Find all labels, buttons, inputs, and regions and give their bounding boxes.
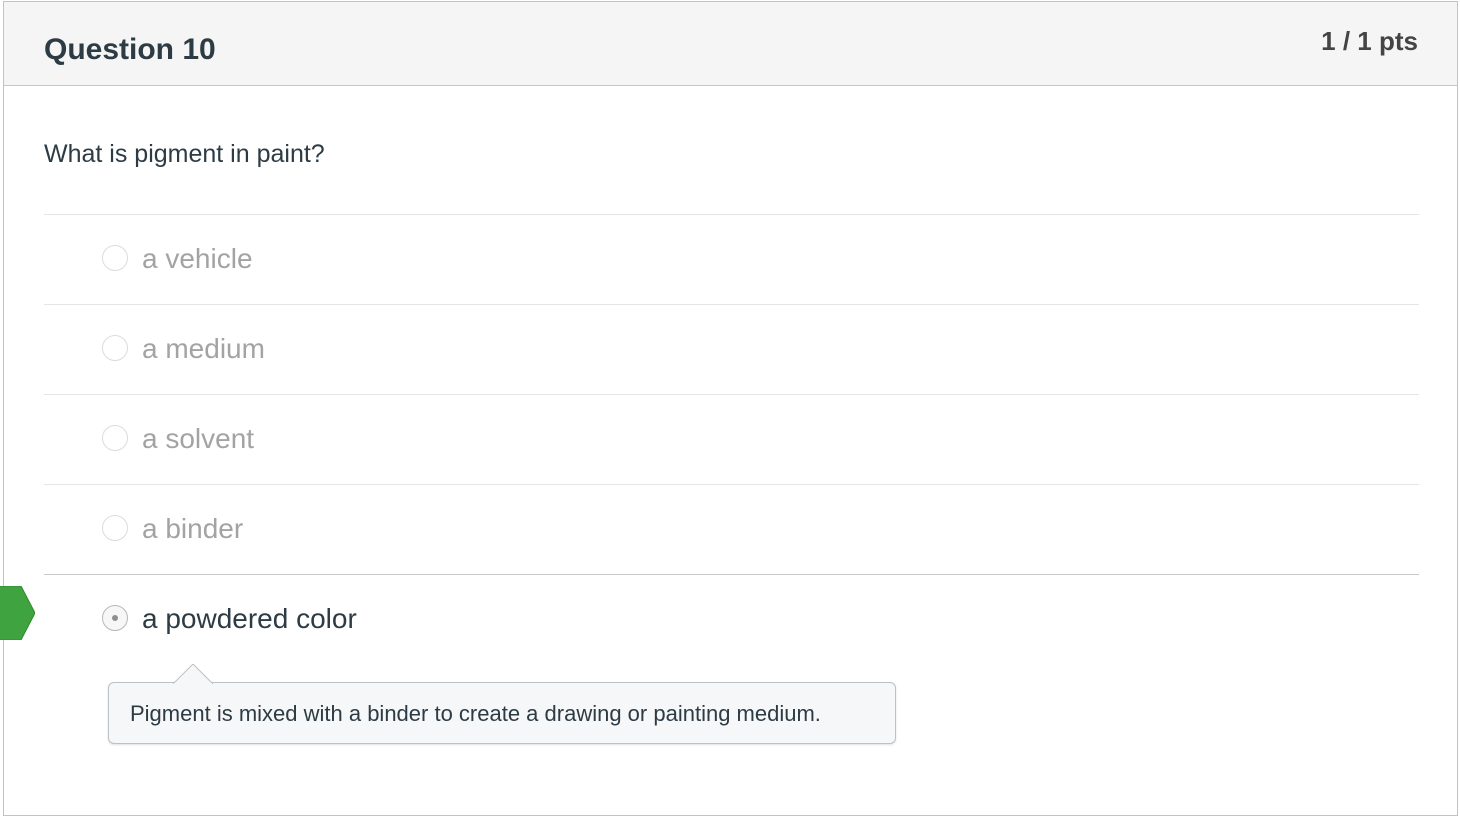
answer-label: a solvent [142, 423, 255, 454]
answer-label: a medium [142, 333, 265, 364]
answer-option-a-medium[interactable]: a medium [44, 304, 1419, 394]
answer-list: a vehicle a medium a solvent a binder a … [44, 214, 1419, 664]
tooltip-arrow-icon [173, 664, 213, 684]
answer-option-a-solvent[interactable]: a solvent [44, 394, 1419, 484]
answer-label: a vehicle [142, 243, 253, 274]
correct-answer-flag-icon [0, 586, 35, 640]
question-header: Question 10 1 / 1 pts [4, 2, 1457, 86]
quiz-question-card: Question 10 1 / 1 pts What is pigment in… [3, 1, 1458, 816]
answer-feedback-tooltip: Pigment is mixed with a binder to create… [108, 664, 896, 744]
answer-label: a powdered color [142, 603, 357, 634]
answer-option-a-binder[interactable]: a binder [44, 484, 1419, 574]
radio-button-selected[interactable] [102, 605, 128, 631]
radio-button[interactable] [102, 335, 128, 361]
question-points: 1 / 1 pts [1321, 26, 1418, 56]
radio-button[interactable] [102, 245, 128, 271]
question-text: What is pigment in paint? [44, 140, 325, 168]
answer-option-a-powdered-color[interactable]: a powdered color [44, 574, 1419, 664]
radio-button[interactable] [102, 425, 128, 451]
question-title: Question 10 [44, 33, 216, 66]
answer-label: a binder [142, 513, 244, 544]
answer-option-a-vehicle[interactable]: a vehicle [44, 214, 1419, 304]
feedback-text: Pigment is mixed with a binder to create… [130, 701, 821, 726]
radio-button[interactable] [102, 515, 128, 541]
